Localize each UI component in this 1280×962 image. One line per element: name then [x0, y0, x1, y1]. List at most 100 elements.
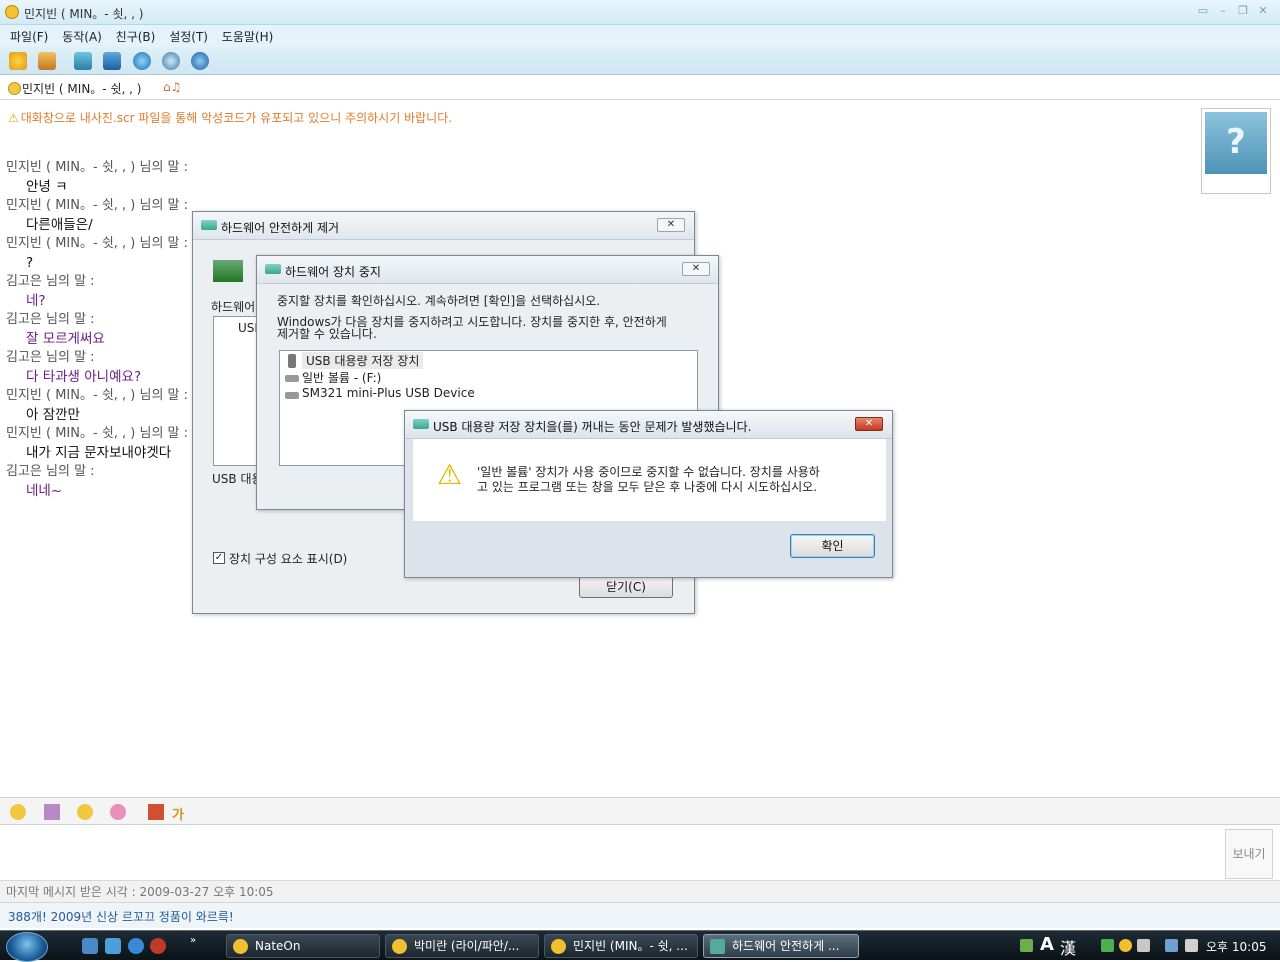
chat-speaker: 김고은 님의 말 :	[6, 312, 95, 327]
maximize-button[interactable]: ❐	[1236, 5, 1250, 17]
menu-action[interactable]: 동작(A)	[62, 28, 102, 45]
menu-friend[interactable]: 친구(B)	[116, 28, 156, 45]
close-button[interactable]: ✕	[682, 262, 710, 276]
chat-icon	[392, 939, 407, 954]
pen-icon[interactable]	[148, 804, 164, 820]
avatar[interactable]: ?	[1201, 108, 1271, 194]
pen-tray-icon[interactable]	[1137, 939, 1150, 952]
nateon-icon	[5, 5, 19, 19]
minimize-button[interactable]: –	[1216, 5, 1230, 17]
security-warning: ⚠ 대화창으로 내사진.scr 파일을 통해 악성코드가 유포되고 있으니 주의하…	[8, 111, 453, 125]
toolbar	[0, 47, 1280, 75]
clock[interactable]: 오후 10:05	[1206, 938, 1266, 955]
photo-icon[interactable]	[74, 52, 92, 70]
message-input[interactable]	[0, 826, 1280, 880]
chat-message: 내가 지금 문자보내야겟다	[26, 445, 172, 461]
globe-icon[interactable]	[133, 52, 151, 70]
hardware-list-label: 하드웨어	[211, 300, 256, 314]
chat-speaker: 김고은 님의 말 :	[6, 274, 95, 289]
app-launcher-icon[interactable]	[150, 938, 166, 954]
headset-icon[interactable]	[191, 52, 209, 70]
usb-device-icon	[213, 260, 243, 282]
menu-settings[interactable]: 설정(T)	[169, 28, 208, 45]
ime-hanja-icon[interactable]: 漢	[1060, 935, 1076, 959]
switch-windows-icon[interactable]	[105, 938, 121, 954]
home-music-icon[interactable]: ⌂♫	[163, 80, 181, 94]
peer-status-icon	[8, 82, 21, 95]
nateon-icon	[233, 939, 248, 954]
usb-plug-icon	[288, 354, 296, 368]
emoticon-bar: 가	[0, 797, 1280, 825]
chat-speaker: 민지빈 ( MIN。- 쉿, , ) 님의 말 :	[6, 236, 189, 251]
gift-icon[interactable]	[44, 804, 60, 820]
start-button[interactable]	[6, 932, 48, 962]
task-chat-1[interactable]: 박미란 (라이/파안/...	[385, 934, 539, 958]
ok-button[interactable]: 확인	[790, 534, 875, 558]
language-bar-icon[interactable]	[1020, 939, 1033, 952]
dialog-title: 하드웨어 장치 중지	[285, 265, 381, 279]
close-button[interactable]: ✕	[657, 218, 685, 232]
chat-speaker: 민지빈 ( MIN。- 쉿, , ) 님의 말 :	[6, 426, 189, 441]
send-button[interactable]: 보내기	[1225, 829, 1273, 879]
ime-alpha-icon[interactable]: A	[1040, 934, 1054, 955]
drive-icon	[285, 392, 299, 399]
chat-message: 네네~	[26, 483, 63, 499]
menu-file[interactable]: 파일(F)	[10, 28, 48, 45]
title-bar: 민지빈 ( MIN。- 쇳, , ) ▭ – ❐ ✕	[0, 0, 1280, 25]
ad-banner[interactable]: 388개! 2009년 신상 르꼬끄 정품이 와르륵!	[0, 902, 1280, 928]
menu-bar: 파일(F) 동작(A) 친구(B) 설정(T) 도움말(H)	[0, 25, 1280, 47]
list-item[interactable]: USB 대용량 저장 장치	[302, 352, 424, 369]
emoticon-icon[interactable]	[10, 804, 26, 820]
close-button[interactable]: ✕	[1256, 5, 1270, 17]
invite-icon[interactable]	[9, 52, 27, 70]
description-line: 제거할 수 있습니다.	[277, 327, 377, 341]
safely-remove-tray-icon[interactable]	[1101, 939, 1114, 952]
chat-message: 안녕 ㅋ	[26, 179, 68, 195]
chat-icon	[551, 939, 566, 954]
list-item[interactable]: 일반 볼륨 - (F:)	[302, 369, 381, 386]
task-chat-2[interactable]: 민지빈 (MIN。- 쉿, ...	[544, 934, 698, 958]
dialog-title: USB 대용량 저장 장치을(를) 꺼내는 동안 문제가 발생했습니다.	[433, 420, 752, 434]
restore-icon[interactable]: ▭	[1196, 5, 1210, 17]
dialog-title-bar: 하드웨어 안전하게 제거 ✕	[193, 212, 694, 240]
peer-bar: 민지빈 ( MIN。- 쉿, , ) ⌂♫	[0, 76, 1280, 100]
chat-message: 네?	[26, 293, 46, 309]
overflow-chevron-icon[interactable]: »	[190, 935, 196, 946]
webcam-icon[interactable]	[162, 52, 180, 70]
avatar-placeholder-icon: ?	[1205, 112, 1267, 174]
task-nateon[interactable]: NateOn	[226, 934, 380, 958]
network-icon[interactable]	[1165, 939, 1178, 952]
peer-name: 민지빈 ( MIN。- 쉿, , )	[22, 82, 142, 96]
close-button[interactable]: ✕	[855, 417, 883, 431]
drive-icon	[285, 375, 299, 382]
flash-con-icon[interactable]	[77, 804, 93, 820]
error-message-line: 고 있는 프로그램 또는 창을 모두 닫은 후 나중에 다시 시도하십시오.	[477, 480, 818, 494]
chat-speaker: 민지빈 ( MIN。- 쉿, , ) 님의 말 :	[6, 198, 189, 213]
close-dialog-button[interactable]: 닫기(C)	[579, 576, 673, 598]
nateon-tray-icon[interactable]	[1119, 939, 1132, 952]
task-safely-remove[interactable]: 하드웨어 안전하게 ...	[703, 934, 859, 958]
dialog-title-bar: USB 대용량 저장 장치을(를) 꺼내는 동안 문제가 발생했습니다. ✕	[405, 411, 892, 439]
menu-help[interactable]: 도움말(H)	[222, 28, 274, 45]
chat-message: 다 타과생 아니예요?	[26, 369, 142, 385]
font-icon[interactable]: 가	[172, 804, 188, 823]
volume-icon[interactable]	[1185, 939, 1198, 952]
chat-speaker: 김고은 님의 말 :	[6, 350, 95, 365]
message-panel: ⚠ '일반 볼륨' 장치가 사용 중이므로 중지할 수 없습니다. 장치를 사용…	[413, 439, 886, 521]
list-item[interactable]: SM321 mini-Plus USB Device	[302, 386, 475, 400]
checkbox-label: 장치 구성 요소 표시(D)	[229, 552, 348, 566]
device-description: USB 대용	[212, 472, 263, 486]
flower-icon[interactable]	[110, 804, 126, 820]
warning-icon: ⚠	[437, 458, 463, 491]
instruction-text: 중지할 장치를 확인하십시오. 계속하려면 [확인]을 선택하십시오.	[277, 294, 601, 308]
show-desktop-icon[interactable]	[82, 938, 98, 954]
chat-message: 다른애들은/	[26, 217, 93, 233]
taskbar: » NateOn 박미란 (라이/파안/... 민지빈 (MIN。- 쉿, ..…	[0, 930, 1280, 962]
file-send-icon[interactable]	[38, 52, 56, 70]
chat-message: 잘 모르게써요	[26, 331, 105, 347]
internet-explorer-icon[interactable]	[128, 938, 144, 954]
chat-message: ?	[26, 255, 34, 271]
show-components-checkbox[interactable]: ✓	[213, 552, 225, 564]
usb-icon	[265, 264, 281, 274]
screen-icon[interactable]	[103, 52, 121, 70]
